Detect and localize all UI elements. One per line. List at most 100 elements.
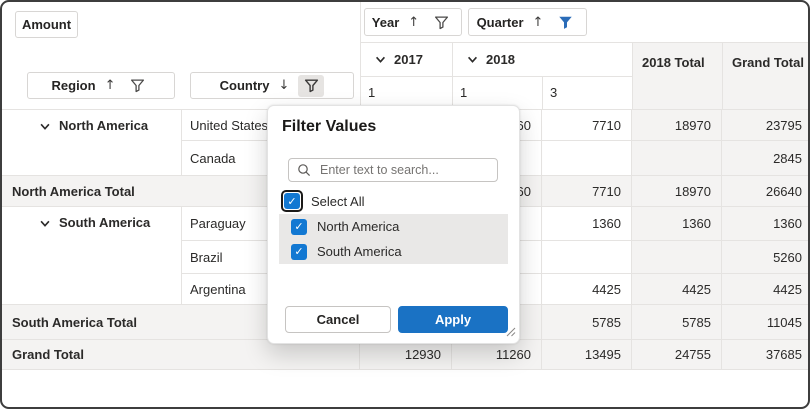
quarter-header-label: 3 (550, 85, 557, 100)
collapse-chevron-icon[interactable] (374, 53, 387, 66)
cell-value: 11260 (496, 347, 531, 362)
region-field-label: Region (52, 78, 96, 93)
dialog-title: Filter Values (282, 118, 376, 136)
value-cell[interactable]: 4425 (542, 274, 632, 305)
cell-value: 37685 (766, 347, 802, 362)
column-header-grand-total[interactable]: Grand Total (722, 42, 810, 109)
total-row-text: South America Total (12, 315, 137, 330)
cell-value: 4425 (592, 282, 621, 297)
column-header-label: 2018 (486, 52, 515, 67)
value-cell[interactable]: 26640 (722, 176, 810, 207)
measure-field-button[interactable]: Amount (15, 11, 78, 38)
value-cell[interactable]: 5260 (722, 241, 810, 274)
filter-values-dialog: Filter Values Select All North America S… (267, 105, 520, 344)
cell-value: 2845 (773, 151, 802, 166)
year-field-button[interactable]: Year ↑ (364, 8, 462, 36)
quarter-header-cell[interactable]: 3 (542, 76, 632, 109)
filter-icon[interactable] (124, 75, 150, 97)
option-label: North America (317, 219, 399, 234)
row-header-label: United States (190, 118, 268, 133)
option-north-america[interactable]: North America (279, 214, 508, 239)
value-cell[interactable] (632, 141, 722, 176)
region-field-button[interactable]: Region ↑ (27, 72, 175, 99)
filter-icon[interactable] (298, 75, 324, 97)
cancel-button-label: Cancel (317, 312, 360, 327)
select-all-checkbox[interactable] (284, 193, 300, 209)
sort-ascending-icon: ↑ (105, 78, 116, 93)
option-label: South America (317, 244, 402, 259)
collapse-chevron-icon[interactable] (466, 53, 479, 66)
value-cell[interactable]: 7710 (542, 176, 632, 207)
row-header-label: Paraguay (190, 216, 246, 231)
total-row-text: Grand Total (12, 347, 84, 362)
year-field-label: Year (372, 15, 399, 30)
search-box[interactable] (288, 158, 498, 182)
value-cell[interactable]: 5785 (542, 305, 632, 340)
cell-value: 5785 (592, 315, 621, 330)
column-header-2017[interactable]: 2017 (360, 42, 452, 76)
value-cell[interactable]: 4425 (722, 274, 810, 305)
checkbox-focus-ring (281, 190, 303, 212)
option-checkbox[interactable] (291, 219, 307, 235)
row-header-label: North America (59, 118, 148, 133)
cell-value: 5785 (682, 315, 711, 330)
value-cell[interactable] (632, 241, 722, 274)
value-cell[interactable]: 1360 (632, 207, 722, 241)
value-cell[interactable] (542, 241, 632, 274)
cell-value: 7710 (592, 118, 621, 133)
value-cell[interactable]: 18970 (632, 110, 722, 141)
column-header-label: Grand Total (732, 55, 804, 70)
value-cell[interactable]: 11045 (722, 305, 810, 340)
cell-value: 23795 (766, 118, 802, 133)
cell-value: 4425 (682, 282, 711, 297)
value-cell[interactable]: 23795 (722, 110, 810, 141)
value-cell[interactable]: 7710 (542, 110, 632, 141)
value-cell[interactable]: 12930 (360, 340, 452, 370)
option-south-america[interactable]: South America (279, 239, 508, 264)
value-cell[interactable]: 4425 (632, 274, 722, 305)
column-header-2018[interactable]: 2018 (452, 42, 632, 76)
select-all-label: Select All (311, 194, 364, 209)
value-cell[interactable]: 13495 (542, 340, 632, 370)
option-checkbox[interactable] (291, 244, 307, 260)
filter-active-icon[interactable] (552, 11, 578, 33)
filter-icon[interactable] (428, 11, 454, 33)
cell-value: 26640 (766, 184, 802, 199)
select-all-row[interactable]: Select All (281, 190, 364, 212)
value-cell[interactable]: 24755 (632, 340, 722, 370)
value-cell[interactable]: 1360 (722, 207, 810, 241)
search-input[interactable] (318, 162, 489, 178)
collapse-chevron-icon[interactable] (38, 120, 52, 133)
measure-field-label: Amount (22, 17, 71, 32)
cell-value: 1360 (682, 216, 711, 231)
sort-descending-icon: ↓ (278, 78, 289, 93)
row-header-north-america[interactable]: North America (2, 110, 182, 176)
grand-total-row-label: Grand Total (2, 340, 360, 370)
value-cell[interactable]: 18970 (632, 176, 722, 207)
country-field-button[interactable]: Country ↓ (190, 72, 354, 99)
filter-options-list: North America South America (279, 214, 508, 264)
cell-value: 1360 (773, 216, 802, 231)
search-icon (297, 163, 311, 177)
country-field-label: Country (220, 78, 270, 93)
value-cell[interactable]: 11260 (452, 340, 542, 370)
resize-grip-icon[interactable] (506, 325, 516, 340)
value-cell[interactable] (542, 141, 632, 176)
apply-button-label: Apply (435, 312, 471, 327)
value-cell[interactable]: 1360 (542, 207, 632, 241)
value-cell[interactable]: 37685 (722, 340, 810, 370)
sort-ascending-icon: ↑ (533, 15, 544, 30)
row-header-south-america[interactable]: South America (2, 207, 182, 305)
cell-value: 24755 (675, 347, 711, 362)
value-cell[interactable]: 5785 (632, 305, 722, 340)
apply-button[interactable]: Apply (398, 306, 508, 333)
cancel-button[interactable]: Cancel (285, 306, 391, 333)
quarter-field-button[interactable]: Quarter ↑ (468, 8, 587, 36)
column-header-2018-total[interactable]: 2018 Total (632, 42, 722, 109)
cell-value: 18970 (675, 184, 711, 199)
collapse-chevron-icon[interactable] (38, 217, 52, 230)
cell-value: 7710 (592, 184, 621, 199)
value-cell[interactable]: 2845 (722, 141, 810, 176)
pivot-table: Amount Region ↑ Country ↓ Year ↑ Quarter… (0, 0, 810, 409)
column-header-label: 2018 Total (642, 55, 705, 70)
